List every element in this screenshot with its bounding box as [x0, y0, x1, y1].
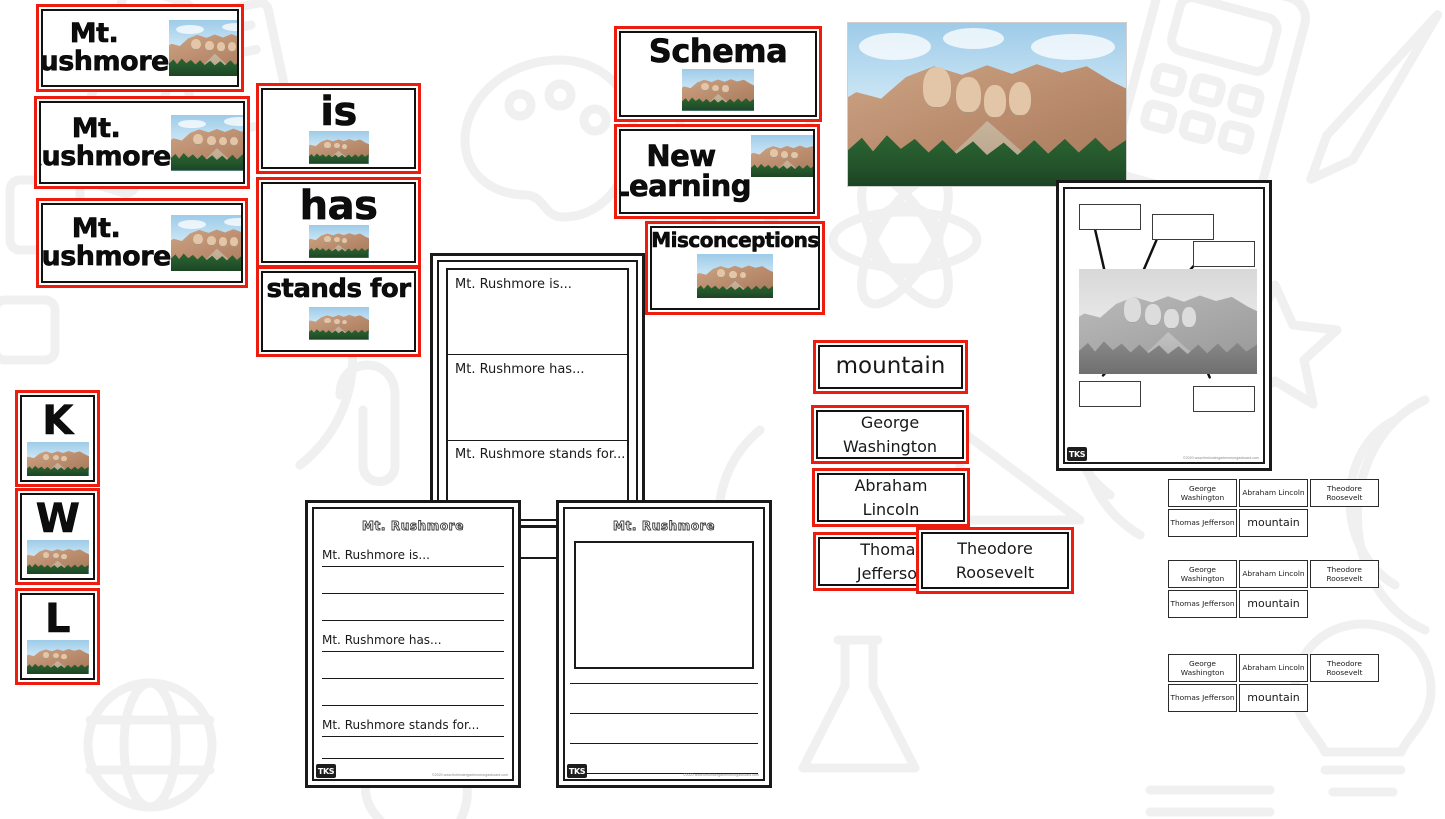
label-tile-mountain[interactable]: mountain [1239, 684, 1308, 712]
label-tile-thomas-jefferson[interactable]: Thomas Jefferson [1168, 590, 1237, 618]
mount-rushmore-thumbnail-icon [168, 20, 237, 76]
vocab-card-kwl-l-label: L [45, 595, 71, 642]
draw-and-write-page: Mt. Rushmore TKS ©2020 www.thekindergart… [563, 507, 765, 781]
word-card-george-washington[interactable]: George Washington [811, 405, 969, 464]
vocab-card-topic-3-label: Mt. Rushmore [41, 213, 172, 272]
mount-rushmore-thumbnail-icon [751, 135, 813, 177]
word-card-mountain-label: mountain [835, 353, 946, 380]
mount-rushmore-thumbnail-icon [170, 114, 243, 171]
vocab-card-topic-1[interactable]: Mt. Rushmore [36, 4, 244, 92]
writing-worksheet-page: Mt. Rushmore Mt. Rushmore is... Mt. Rush… [312, 507, 514, 781]
label-tile-theodore-roosevelt[interactable]: Theodore Roosevelt [1310, 560, 1379, 588]
label-tile-abraham-lincoln[interactable]: Abraham Lincoln [1239, 479, 1308, 507]
mount-rushmore-thumbnail-icon [26, 640, 89, 675]
vocab-card-misconceptions-label: Misconceptions [651, 228, 819, 252]
label-tile-grid-2: George Washington Abraham Lincoln Theodo… [1168, 560, 1383, 622]
word-card-theodore-roosevelt[interactable]: Theodore Roosevelt [916, 527, 1074, 594]
vocab-card-topic-2[interactable]: Mt. Rushmore [34, 96, 250, 189]
vocab-card-schema-label: Schema [648, 32, 788, 70]
mount-rushmore-thumbnail-icon [682, 68, 754, 111]
vocab-card-schema[interactable]: Schema [614, 26, 822, 122]
vocab-card-stem-has-label: has [299, 183, 378, 229]
anchor-chart-page: Mt. Rushmore is... Mt. Rushmore has... M… [437, 260, 638, 559]
mount-rushmore-thumbnail-icon [308, 224, 369, 258]
vocab-card-new-learning-label: New Learning [619, 138, 752, 203]
draw-worksheet-copyright: ©2020 www.thekindergartensmorgasboard.co… [683, 773, 759, 777]
label-tile-grid-1: George Washington Abraham Lincoln Theodo… [1168, 479, 1383, 541]
vocab-card-misconceptions[interactable]: Misconceptions [645, 221, 825, 315]
vocab-card-kwl-w[interactable]: W [15, 488, 100, 585]
vocab-card-new-learning[interactable]: New Learning [614, 124, 820, 219]
mount-rushmore-thumbnail-icon [26, 540, 89, 575]
mount-rushmore-grayscale-photo [1079, 269, 1257, 374]
label-tile-abraham-lincoln[interactable]: Abraham Lincoln [1239, 560, 1308, 588]
diagram-label-box-4[interactable] [1079, 381, 1141, 407]
label-tile-mountain[interactable]: mountain [1239, 509, 1308, 537]
label-tile-theodore-roosevelt[interactable]: Theodore Roosevelt [1310, 479, 1379, 507]
vocab-card-topic-2-label: Mt. Rushmore [41, 112, 172, 172]
writing-prompt-2: Mt. Rushmore has... [322, 633, 442, 647]
label-tile-grid-3: George Washington Abraham Lincoln Theodo… [1168, 654, 1383, 716]
vocab-card-stem-stands-for-label: stands for [266, 274, 411, 304]
label-tile-george-washington[interactable]: George Washington [1168, 654, 1237, 682]
mount-rushmore-hero-photo [847, 22, 1127, 187]
writing-worksheet[interactable]: Mt. Rushmore Mt. Rushmore is... Mt. Rush… [305, 500, 521, 788]
writing-worksheet-badge: TKS [316, 764, 336, 778]
label-tile-theodore-roosevelt[interactable]: Theodore Roosevelt [1310, 654, 1379, 682]
label-tile-thomas-jefferson[interactable]: Thomas Jefferson [1168, 684, 1237, 712]
word-card-abraham-lincoln[interactable]: Abraham Lincoln [812, 468, 970, 527]
label-tile-george-washington[interactable]: George Washington [1168, 479, 1237, 507]
draw-and-write-worksheet[interactable]: Mt. Rushmore TKS ©2020 www.thekindergart… [556, 500, 772, 788]
mount-rushmore-thumbnail-icon [697, 254, 773, 299]
mount-rushmore-thumbnail-icon [170, 215, 241, 271]
writing-prompt-3: Mt. Rushmore stands for... [322, 718, 480, 732]
mount-rushmore-thumbnail-icon [308, 130, 369, 164]
diagram-label-box-1[interactable] [1079, 204, 1141, 230]
mount-rushmore-thumbnail-icon [308, 306, 369, 340]
writing-worksheet-title: Mt. Rushmore [362, 519, 464, 534]
word-card-mountain[interactable]: mountain [813, 340, 968, 394]
diagram-worksheet-copyright: ©2020 www.thekindergartensmorgasboard.co… [1183, 456, 1259, 460]
writing-prompt-1: Mt. Rushmore is... [322, 548, 430, 562]
label-the-diagram-worksheet[interactable]: TKS ©2020 www.thekindergartensmorgasboar… [1056, 180, 1272, 471]
label-tile-abraham-lincoln[interactable]: Abraham Lincoln [1239, 654, 1308, 682]
vocab-card-stem-has[interactable]: has [256, 177, 421, 268]
label-diagram-page: TKS ©2020 www.thekindergartensmorgasboar… [1063, 187, 1265, 464]
anchor-chart-prompt-1: Mt. Rushmore is... [455, 277, 572, 292]
anchor-chart-sheet[interactable]: Mt. Rushmore is... Mt. Rushmore has... M… [430, 253, 645, 559]
diagram-worksheet-badge: TKS [1067, 447, 1087, 461]
vocab-card-kwl-w-label: W [35, 495, 80, 542]
vocab-card-stem-stands-for[interactable]: stands for [256, 266, 421, 357]
diagram-label-box-3[interactable] [1193, 241, 1255, 267]
vocab-card-kwl-k-label: K [42, 397, 74, 444]
vocab-card-topic-1-label: Mt. Rushmore [41, 18, 170, 77]
vocab-card-stem-is[interactable]: is [256, 83, 421, 174]
draw-worksheet-badge: TKS [567, 764, 587, 778]
resource-preview-canvas: Mt. Rushmore Mt. Rushmore [0, 0, 1445, 819]
writing-worksheet-copyright: ©2020 www.thekindergartensmorgasboard.co… [432, 773, 508, 777]
draw-worksheet-title: Mt. Rushmore [613, 519, 715, 534]
vocab-card-stem-is-label: is [320, 89, 358, 135]
diagram-label-box-2[interactable] [1152, 214, 1214, 240]
anchor-chart-prompt-3: Mt. Rushmore stands for... [455, 447, 626, 462]
label-tile-mountain[interactable]: mountain [1239, 590, 1308, 618]
anchor-chart-prompt-2: Mt. Rushmore has... [455, 362, 585, 377]
vocab-card-kwl-l[interactable]: L [15, 588, 100, 685]
label-tile-thomas-jefferson[interactable]: Thomas Jefferson [1168, 509, 1237, 537]
label-tile-george-washington[interactable]: George Washington [1168, 560, 1237, 588]
vocab-card-topic-3[interactable]: Mt. Rushmore [36, 198, 248, 288]
vocab-card-kwl-k[interactable]: K [15, 390, 100, 487]
diagram-label-box-5[interactable] [1193, 386, 1255, 412]
word-card-abraham-lincoln-label: Abraham Lincoln [854, 476, 928, 519]
mount-rushmore-thumbnail-icon [26, 442, 89, 477]
word-card-george-washington-label: George Washington [842, 413, 938, 456]
drawing-box[interactable] [574, 541, 754, 669]
word-card-theodore-roosevelt-label: Theodore Roosevelt [955, 539, 1035, 582]
